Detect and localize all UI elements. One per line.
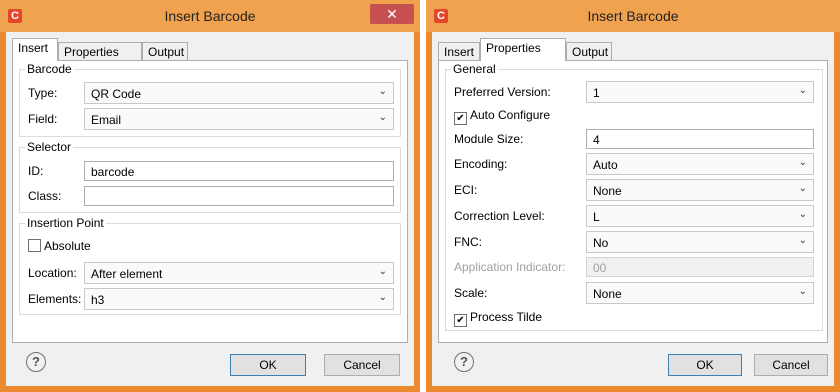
insert-barcode-dialog-left: C Insert Barcode ✕ Insert Properties Out… <box>0 0 420 392</box>
tab-insert[interactable]: Insert <box>12 38 58 61</box>
fnc-select[interactable]: No ⌄ <box>586 231 814 253</box>
insert-barcode-dialog-right: C Insert Barcode Insert Properties Outpu… <box>426 0 840 392</box>
class-input[interactable] <box>84 186 394 206</box>
type-select[interactable]: QR Code ⌄ <box>84 82 394 104</box>
group-title: Barcode <box>25 62 74 76</box>
application-indicator-input: 00 <box>586 257 814 277</box>
barcode-group: Barcode Type: QR Code ⌄ Field: Email ⌄ <box>19 62 401 137</box>
absolute-checkbox[interactable]: Absolute <box>28 239 91 253</box>
field-select[interactable]: Email ⌄ <box>84 108 394 130</box>
eci-select[interactable]: None ⌄ <box>586 179 814 201</box>
cancel-button[interactable]: Cancel <box>324 354 400 376</box>
chevron-down-icon: ⌄ <box>378 86 387 97</box>
group-title: Selector <box>25 140 74 154</box>
module-size-value: 4 <box>593 133 600 147</box>
properties-panel: General Preferred Version: 1 ⌄ ✔ Auto Con… <box>438 60 828 343</box>
encoding-select[interactable]: Auto ⌄ <box>586 153 814 175</box>
correction-level-select[interactable]: L ⌄ <box>586 205 814 227</box>
title-bar[interactable]: C Insert Barcode ✕ <box>0 0 420 32</box>
tab-output[interactable]: Output <box>142 42 188 60</box>
class-label: Class: <box>28 189 62 203</box>
module-size-label: Module Size: <box>454 132 524 146</box>
preferred-version-value: 1 <box>593 86 600 100</box>
elements-value: h3 <box>91 293 105 307</box>
type-label: Type: <box>28 86 58 100</box>
field-label: Field: <box>28 112 58 126</box>
checkbox-box: ✔ <box>454 112 467 125</box>
id-value: barcode <box>91 165 135 179</box>
tab-insert[interactable]: Insert <box>438 42 480 60</box>
application-indicator-label: Application Indicator: <box>454 260 566 274</box>
insert-panel: Barcode Type: QR Code ⌄ Field: Email ⌄ S… <box>12 60 408 343</box>
selector-group: Selector ID: barcode Class: <box>19 140 401 213</box>
location-label: Location: <box>28 266 77 280</box>
field-value: Email <box>91 113 122 127</box>
module-size-input[interactable]: 4 <box>586 129 814 149</box>
checkbox-box: ✔ <box>454 314 467 327</box>
group-title: Insertion Point <box>25 216 106 230</box>
preferred-version-select[interactable]: 1 ⌄ <box>586 81 814 103</box>
chevron-down-icon: ⌄ <box>798 209 807 220</box>
elements-label: Elements: <box>28 292 82 306</box>
help-icon[interactable]: ? <box>454 352 474 372</box>
chevron-down-icon: ⌄ <box>798 235 807 246</box>
chevron-down-icon: ⌄ <box>798 85 807 96</box>
correction-level-label: Correction Level: <box>454 209 545 223</box>
correction-level-value: L <box>593 210 600 224</box>
chevron-down-icon: ⌄ <box>378 292 387 303</box>
cancel-button[interactable]: Cancel <box>754 354 828 376</box>
location-select[interactable]: After element ⌄ <box>84 262 394 284</box>
elements-select[interactable]: h3 ⌄ <box>84 288 394 310</box>
chevron-down-icon: ⌄ <box>798 286 807 297</box>
chevron-down-icon: ⌄ <box>378 266 387 277</box>
dialog-client: Insert Properties Output General Preferr… <box>432 32 834 386</box>
absolute-label: Absolute <box>44 239 91 253</box>
encoding-value: Auto <box>593 158 618 172</box>
dialog-title: Insert Barcode <box>164 8 256 24</box>
insertion-point-group: Insertion Point Absolute Location: After… <box>19 216 401 315</box>
scale-label: Scale: <box>454 286 488 300</box>
ok-button[interactable]: OK <box>668 354 742 376</box>
scale-value: None <box>593 287 622 301</box>
id-label: ID: <box>28 164 44 178</box>
chevron-down-icon: ⌄ <box>798 183 807 194</box>
id-input[interactable]: barcode <box>84 161 394 181</box>
location-value: After element <box>91 267 163 281</box>
help-icon[interactable]: ? <box>26 352 46 372</box>
type-value: QR Code <box>91 87 142 101</box>
general-group: General Preferred Version: 1 ⌄ ✔ Auto Con… <box>445 62 823 331</box>
scale-select[interactable]: None ⌄ <box>586 282 814 304</box>
dialog-client: Insert Properties Output Barcode Type: Q… <box>6 32 414 386</box>
group-title: General <box>451 62 498 76</box>
encoding-label: Encoding: <box>454 157 508 171</box>
eci-label: ECI: <box>454 183 478 197</box>
process-tilde-label: Process Tilde <box>470 310 543 324</box>
checkbox-box <box>28 239 41 252</box>
tab-properties[interactable]: Properties <box>58 42 142 60</box>
chevron-down-icon: ⌄ <box>378 112 387 123</box>
chevron-down-icon: ⌄ <box>798 157 807 168</box>
dialog-title: Insert Barcode <box>587 8 679 24</box>
process-tilde-checkbox[interactable]: ✔ Process Tilde <box>454 310 542 327</box>
fnc-value: No <box>593 236 609 250</box>
ok-button[interactable]: OK <box>230 354 306 376</box>
close-button[interactable]: ✕ <box>370 4 414 24</box>
title-bar[interactable]: C Insert Barcode <box>426 0 840 32</box>
tab-properties[interactable]: Properties <box>480 38 566 61</box>
eci-value: None <box>593 184 622 198</box>
preferred-version-label: Preferred Version: <box>454 85 551 99</box>
tab-output[interactable]: Output <box>566 42 612 60</box>
auto-configure-label: Auto Configure <box>470 108 551 122</box>
fnc-label: FNC: <box>454 235 482 249</box>
auto-configure-checkbox[interactable]: ✔ Auto Configure <box>454 108 550 125</box>
application-indicator-value: 00 <box>593 261 607 275</box>
